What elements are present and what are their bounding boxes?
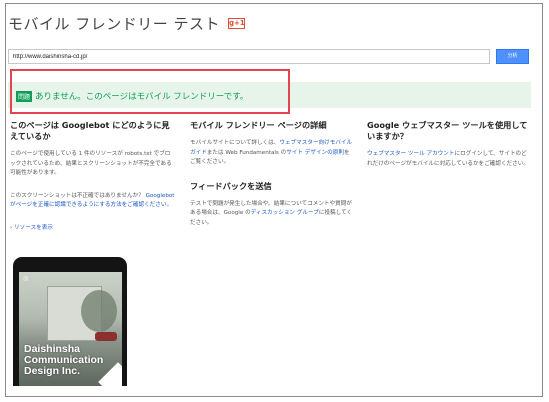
car-photo bbox=[95, 332, 117, 341]
webmaster-tools-text: ウェブマスター ツール アカウントにログインして、サイトのどれだけのページがモバ… bbox=[367, 150, 532, 169]
page-title: モバイル フレンドリー テスト bbox=[8, 14, 221, 33]
feedback-text: テストで問題が発生した場合や、結果についてコメントや質問がある場合は、Googl… bbox=[190, 200, 355, 229]
blocked-resources-text: このページで使用している 1 件のリソースが robots.txt でブロックさ… bbox=[10, 151, 172, 176]
mobile-details-text: モバイルサイトについて詳しくは、ウェブマスター向けモバイルガイドまたは Web … bbox=[190, 139, 355, 168]
gplus-button[interactable]: g+1 bbox=[228, 17, 246, 29]
googlebot-view-title: このページは Googlebot にどのように見えているか bbox=[10, 120, 170, 141]
googlebot-view-section: このページは Googlebot にどのように見えているか このページで使用して… bbox=[10, 120, 175, 231]
screenshot-accuracy-text: このスクリーンショットは不正確ではありませんか？ Googlebot がページを… bbox=[10, 192, 175, 211]
screenshot-accuracy-question: このスクリーンショットは不正確ではありませんか？ bbox=[10, 192, 144, 199]
mobile-details-section: モバイル フレンドリー ページの詳細 モバイルサイトについて詳しくは、ウェブマス… bbox=[190, 120, 355, 228]
webmaster-tools-section: Google ウェブマスター ツールを使用していますか？ ウェブマスター ツール… bbox=[367, 120, 532, 169]
discussion-group-link[interactable]: ディスカッション グループ bbox=[251, 210, 319, 216]
phone-screenshot-preview: ◎ Daishinsha Communication Design Inc. bbox=[13, 257, 127, 386]
mobile-details-title: モバイル フレンドリー ページの詳細 bbox=[190, 120, 327, 130]
phone-screen: ◎ Daishinsha Communication Design Inc. bbox=[19, 272, 122, 386]
site-logo-line-3: Design Inc. bbox=[24, 365, 81, 377]
site-design-principles-link[interactable]: サイト デザインの原則 bbox=[286, 150, 344, 156]
feedback-title: フィードバックを送信 bbox=[190, 180, 272, 191]
analyze-button[interactable]: 分析 bbox=[496, 49, 529, 64]
tree-photo bbox=[81, 290, 117, 332]
site-logo-text: Daishinsha Communication Design Inc. bbox=[24, 344, 103, 377]
mobile-details-mid: または Web Fundamentals の bbox=[206, 149, 287, 156]
show-resources-link[interactable]: › リソースを表示 bbox=[10, 223, 175, 231]
site-menu-icon: ◎ bbox=[23, 275, 29, 282]
webmaster-tools-account-link[interactable]: ウェブマスター ツール アカウント bbox=[367, 151, 454, 157]
mobile-details-prefix: モバイルサイトについて詳しくは、 bbox=[190, 140, 280, 146]
highlight-annotation-box bbox=[10, 69, 290, 114]
url-input[interactable] bbox=[8, 49, 490, 64]
url-form: 分析 bbox=[8, 49, 531, 65]
page-header: モバイル フレンドリー テスト g+1 bbox=[8, 12, 246, 34]
webmaster-tools-title: Google ウェブマスター ツールを使用していますか？ bbox=[367, 120, 528, 141]
